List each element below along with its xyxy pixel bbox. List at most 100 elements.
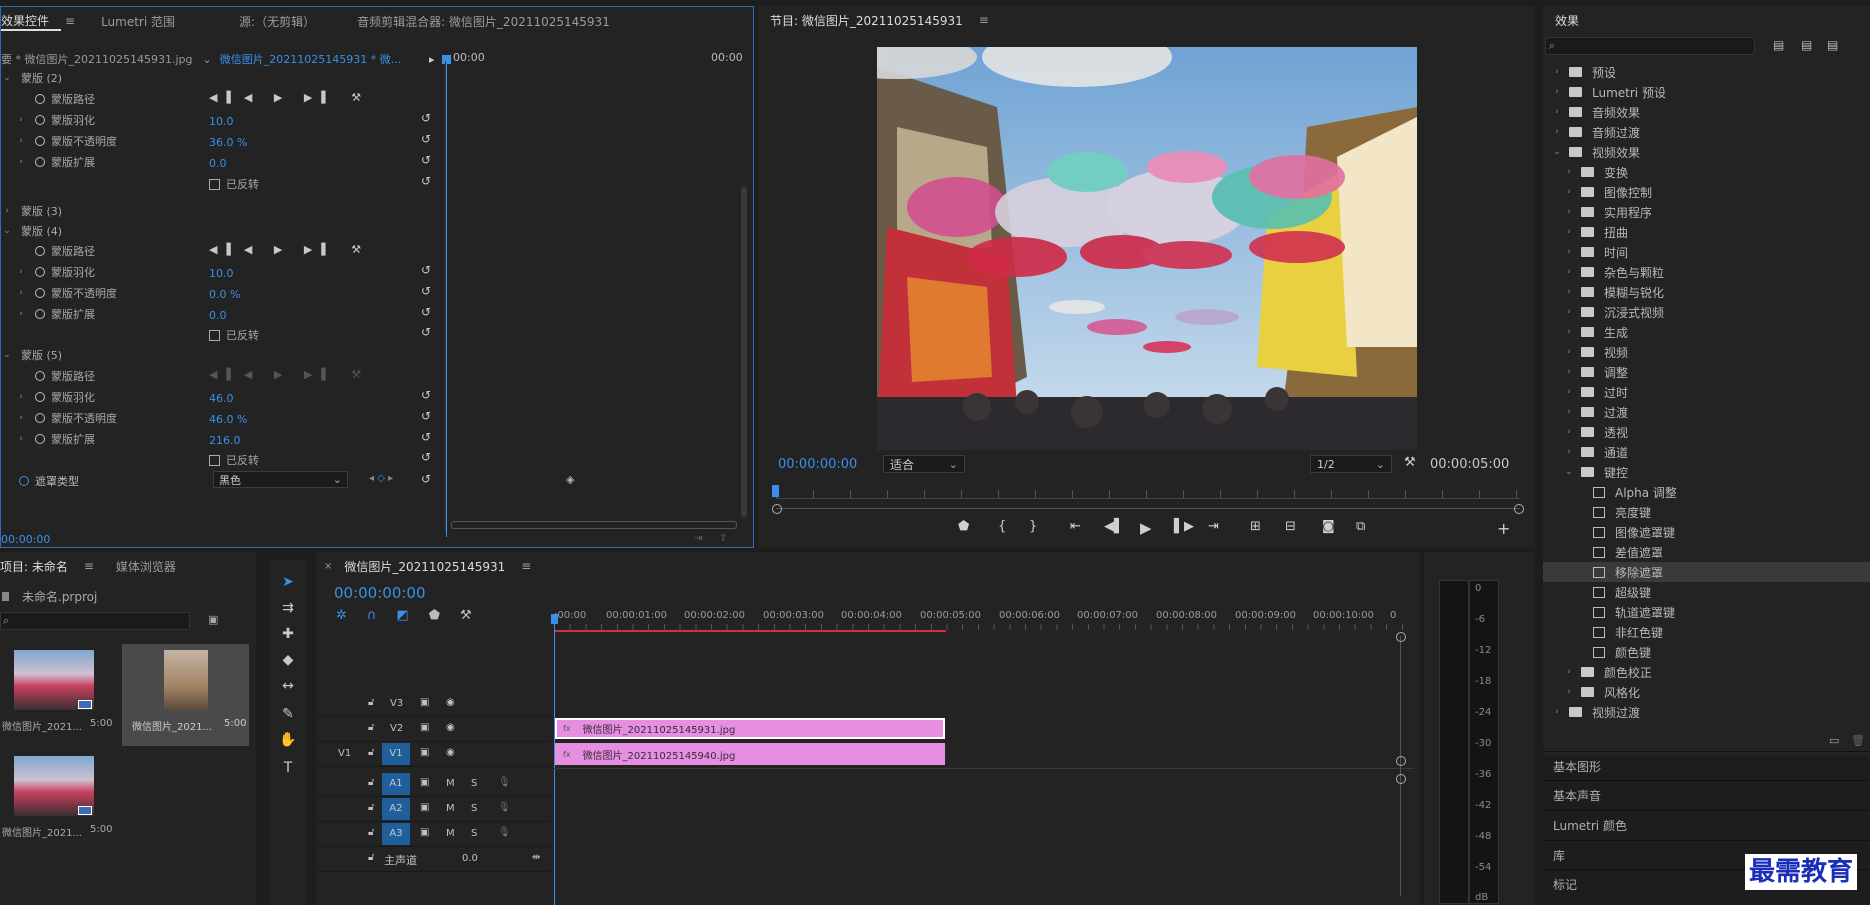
project-item-selected[interactable]: 微信图片_2021... 5:00 [122,644,249,746]
play-icon[interactable]: ▶ [1140,519,1152,537]
zoom-scrollbar[interactable] [776,508,1520,513]
hand-tool-icon[interactable]: ✋ [278,730,298,750]
work-area-bar[interactable] [554,630,946,632]
effects-tree-item[interactable]: › Lumetri 预设 [1543,82,1870,102]
camera-icon[interactable]: ◙ [1322,519,1335,534]
project-item[interactable]: 微信图片_2021... 5:00 [0,644,118,744]
accelerated-effects-icon[interactable]: ▤ [1773,38,1784,52]
solo-button[interactable]: S [471,828,477,839]
stopwatch-icon[interactable] [35,371,45,381]
stopwatch-icon[interactable] [35,413,45,423]
mask-opacity-value[interactable]: 36.0 % [209,136,247,149]
reset-icon[interactable]: ↺ [421,305,431,319]
chevron-right-icon[interactable]: › [15,434,27,444]
chevron-down-icon[interactable]: ⌄ [1,73,13,83]
reset-icon[interactable]: ↺ [421,430,431,444]
add-marker-icon[interactable]: ⬟ [958,519,969,534]
lock-icon[interactable]: 🔓︎ [368,827,374,838]
chevron-down-icon[interactable]: ⌄ [1551,147,1563,157]
chevron-right-icon[interactable]: › [1563,447,1575,457]
effects-tree-item[interactable]: › 通道 [1543,442,1870,462]
chevron-right-icon[interactable]: › [15,157,27,167]
sync-icon[interactable]: ▣ [420,777,429,788]
reset-icon[interactable]: ↺ [421,284,431,298]
new-bin-icon[interactable]: ▭ [1829,734,1839,747]
timeline-clip[interactable]: fx 微信图片_20211025145940.jpg [555,743,945,765]
chevron-right-icon[interactable]: › [1563,247,1575,257]
horizontal-scrollbar[interactable] [451,521,737,529]
effects-tree-item[interactable]: 亮度键 [1543,502,1870,522]
compare-icon[interactable]: ⧉ [1356,519,1365,534]
mute-button[interactable]: M [446,778,455,789]
lock-icon[interactable]: 🔓︎ [368,697,374,708]
timeline-title[interactable]: 微信图片_20211025145931 [332,558,517,575]
source-patch[interactable]: V1 [338,748,351,759]
lock-icon[interactable]: 🔓︎ [368,852,374,863]
track-target-v1[interactable]: V1 [382,743,410,765]
effects-tree-item[interactable]: › 预设 [1543,62,1870,82]
go-to-in-icon[interactable]: ⇤ [1070,519,1081,534]
sync-icon[interactable]: ▣ [420,697,429,708]
tab-audio-clip-mixer[interactable]: 音频剪辑混合器: 微信图片_20211025145931 [345,13,622,30]
effects-tree-item[interactable]: 超级键 [1543,582,1870,602]
mask-4-header[interactable]: ⌄ 蒙版 (4) [1,221,62,241]
razor-tool-icon[interactable]: ◆ [278,650,298,670]
mask-path-controls[interactable]: ◀▌◀ ▶ ▶▌ ⚒ [209,368,370,381]
chevron-right-icon[interactable]: › [1563,287,1575,297]
chevron-right-icon[interactable]: › [1563,347,1575,357]
reset-icon[interactable]: ↺ [421,450,431,464]
chevron-right-icon[interactable]: › [1563,207,1575,217]
lock-icon[interactable]: 🔓︎ [368,722,374,733]
zoom-handle-left[interactable] [772,504,782,514]
chevron-right-icon[interactable]: › [1563,427,1575,437]
chevron-right-icon[interactable]: › [1563,667,1575,677]
effects-tree-item[interactable]: › 图像控制 [1543,182,1870,202]
reset-icon[interactable]: ↺ [421,174,431,188]
mask-3-header[interactable]: › 蒙版 (3) [1,201,62,221]
add-marker-icon[interactable]: ⬟ [429,608,440,623]
chevron-down-icon[interactable]: ⌄ [203,53,212,66]
selection-tool-icon[interactable]: ➤ [278,572,298,592]
inverted-checkbox[interactable] [209,329,220,341]
keyframe-diamond[interactable]: ◈ [566,473,574,486]
panel-essential-graphics[interactable]: 基本图形 [1543,751,1870,780]
new-bin-icon[interactable]: ▣ [208,613,218,626]
stopwatch-icon[interactable] [35,434,45,444]
panel-menu-icon[interactable]: ≡ [521,559,531,573]
slip-tool-icon[interactable]: ↔ [278,676,298,696]
project-search-input[interactable]: ⌕ [0,612,190,630]
panel-essential-sound[interactable]: 基本声音 [1543,780,1870,809]
zoom-handle-mid[interactable] [1396,756,1406,766]
mask-2-header[interactable]: ⌄ 蒙版 (2) [1,68,62,88]
pen-tool-icon[interactable]: ✎ [278,704,298,724]
playhead-line[interactable] [446,57,447,537]
track-target-a3[interactable]: A3 [382,823,410,845]
effects-tree-item[interactable]: › 过时 [1543,382,1870,402]
timeline-playhead-marker[interactable] [551,614,558,624]
stopwatch-icon[interactable] [35,157,45,167]
settings-wrench-icon[interactable]: ⚒ [460,608,472,623]
track-select-tool-icon[interactable]: ⇉ [278,598,298,618]
linked-selection-icon[interactable]: ◩ [396,608,408,623]
zoom-handle-low[interactable] [1396,774,1406,784]
trash-icon[interactable]: 🗑︎ [1851,734,1865,747]
eye-icon[interactable]: ◉ [446,722,455,733]
effects-tree-item[interactable]: 非红色键 [1543,622,1870,642]
step-forward-icon[interactable]: ▌▶ [1174,519,1194,534]
stopwatch-icon[interactable] [35,288,45,298]
extract-icon[interactable]: ⊟ [1285,519,1296,534]
chevron-right-icon[interactable]: › [1563,327,1575,337]
sync-icon[interactable]: ▣ [420,747,429,758]
chevron-right-icon[interactable]: › [1551,107,1563,117]
play-only-icon[interactable]: ▸ [429,53,435,66]
lock-icon[interactable]: 🔓︎ [368,802,374,813]
stopwatch-icon[interactable] [35,267,45,277]
close-icon[interactable]: × [324,561,332,572]
chevron-right-icon[interactable]: › [1551,707,1563,717]
tab-project[interactable]: 项目: 未命名 [0,558,80,575]
program-timecode[interactable]: 00:00:00:00 [778,457,857,472]
sync-icon[interactable]: ▣ [420,827,429,838]
chevron-right-icon[interactable]: › [1563,687,1575,697]
effects-search-input[interactable]: ⌕ [1545,37,1755,55]
stopwatch-icon[interactable] [35,246,45,256]
